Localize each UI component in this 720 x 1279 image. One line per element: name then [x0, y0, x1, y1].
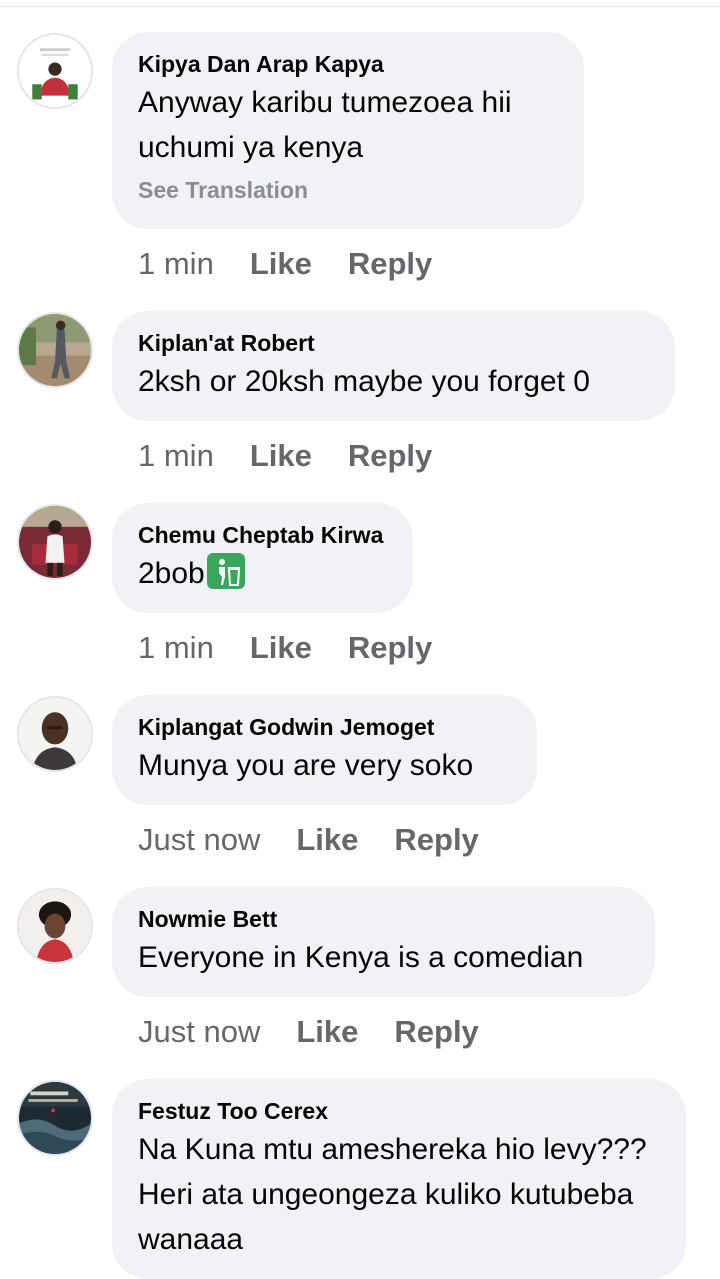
see-translation-link[interactable]: See Translation — [138, 176, 558, 204]
comment-time: Just now — [138, 822, 261, 857]
comment-bubble: Kiplangat Godwin Jemoget Munya you are v… — [112, 695, 537, 805]
comment-bubble: Kiplan'at Robert 2ksh or 20ksh maybe you… — [112, 311, 675, 421]
comment-actions: 1 min Like Reply — [138, 244, 432, 284]
comment-author[interactable]: Festuz Too Cerex — [138, 1097, 660, 1125]
like-button[interactable]: Like — [250, 438, 312, 473]
comment-actions: Just now Like Reply — [138, 1012, 479, 1052]
comment-bubble: Chemu Cheptab Kirwa 2bob — [112, 503, 413, 613]
comment-time: Just now — [138, 1014, 261, 1049]
comment-time: 1 min — [138, 438, 214, 473]
comment-text: 2bob — [138, 551, 387, 596]
comment-text: Munya you are very soko — [138, 749, 474, 782]
comment-bubble: Kipya Dan Arap Kapya Anyway karibu tumez… — [112, 32, 584, 229]
like-button[interactable]: Like — [296, 1014, 358, 1049]
comment-time: 1 min — [138, 630, 214, 665]
comment-bubble: Nowmie Bett Everyone in Kenya is a comed… — [112, 887, 655, 997]
top-divider — [0, 6, 720, 7]
avatar[interactable] — [17, 888, 93, 964]
comment-actions: Just now Like Reply — [138, 820, 479, 860]
reply-button[interactable]: Reply — [348, 246, 432, 281]
comment-actions: 1 min Like Reply — [138, 628, 432, 668]
like-button[interactable]: Like — [296, 822, 358, 857]
reply-button[interactable]: Reply — [348, 630, 432, 665]
comment-text: Na Kuna mtu ameshereka hio levy??? Heri … — [138, 1133, 647, 1256]
avatar[interactable] — [17, 696, 93, 772]
comment-author[interactable]: Chemu Cheptab Kirwa — [138, 521, 387, 549]
comment-author[interactable]: Kipya Dan Arap Kapya — [138, 50, 558, 78]
comment-text: Everyone in Kenya is a comedian — [138, 941, 584, 974]
comment-actions: 1 min Like Reply — [138, 436, 432, 476]
comment-time: 1 min — [138, 246, 214, 281]
comment-bubble: Festuz Too Cerex Na Kuna mtu ameshereka … — [112, 1079, 686, 1279]
comment-text: 2ksh or 20ksh maybe you forget 0 — [138, 365, 590, 398]
avatar[interactable] — [17, 504, 93, 580]
like-button[interactable]: Like — [250, 246, 312, 281]
like-button[interactable]: Like — [250, 630, 312, 665]
avatar[interactable] — [17, 1080, 93, 1156]
comment-author[interactable]: Kiplangat Godwin Jemoget — [138, 713, 511, 741]
reply-button[interactable]: Reply — [394, 1014, 478, 1049]
put-litter-in-bin-icon — [206, 553, 245, 589]
avatar[interactable] — [17, 312, 93, 388]
comment-text: Anyway karibu tumezoea hii uchumi ya ken… — [138, 86, 512, 164]
reply-button[interactable]: Reply — [348, 438, 432, 473]
comment-text-value: 2bob — [138, 557, 205, 590]
comment-author[interactable]: Kiplan'at Robert — [138, 329, 649, 357]
comment-author[interactable]: Nowmie Bett — [138, 905, 629, 933]
reply-button[interactable]: Reply — [394, 822, 478, 857]
avatar[interactable] — [17, 33, 93, 109]
